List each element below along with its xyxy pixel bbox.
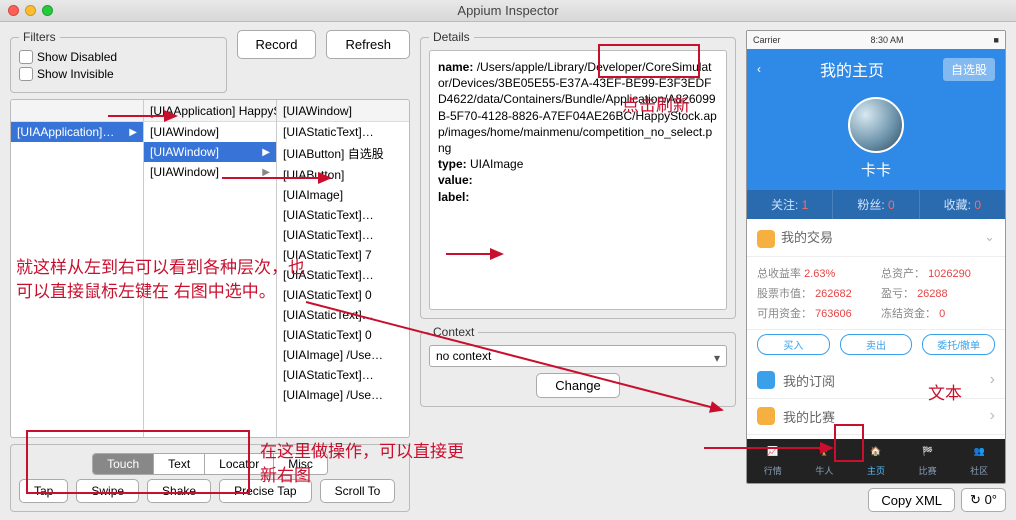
hierarchy-item[interactable]: [UIAStaticText]… xyxy=(277,305,409,325)
precise-tap-button[interactable]: Precise Tap xyxy=(219,479,311,503)
context-select[interactable]: no context xyxy=(429,345,727,367)
rotate-button[interactable]: ↻ 0° xyxy=(961,488,1006,512)
tab-bar[interactable]: 📈行情🏆牛人🏠主页🏁比赛👥社区 xyxy=(747,439,1005,483)
device-preview[interactable]: Carrier 8:30 AM ■ ‹ 我的主页 自选股 卡卡 关注: 1粉丝:… xyxy=(746,30,1006,484)
hierarchy-item[interactable]: [UIAImage] xyxy=(277,185,409,205)
stat-item: 可用资金： 763606 xyxy=(757,305,871,321)
details-fieldset: Details name: /Users/apple/Library/Devel… xyxy=(420,30,736,319)
swipe-button[interactable]: Swipe xyxy=(76,479,139,503)
status-bar: Carrier 8:30 AM ■ xyxy=(747,31,1005,49)
refresh-button[interactable]: Refresh xyxy=(326,30,410,59)
tabbar-item[interactable]: 🏁比赛 xyxy=(902,439,954,483)
hierarchy-item[interactable]: [UIAWindow]▶ xyxy=(144,142,276,162)
app-navbar: ‹ 我的主页 自选股 xyxy=(747,49,1005,89)
action-tab-misc[interactable]: Misc xyxy=(274,454,327,474)
hierarchy-item[interactable]: [UIAStaticText]… xyxy=(277,365,409,385)
trade-icon xyxy=(757,230,775,248)
mac-titlebar: Appium Inspector xyxy=(0,0,1016,22)
hierarchy-item[interactable]: [UIAStaticText]… xyxy=(277,265,409,285)
chevron-down-icon: ⌄ xyxy=(984,229,995,245)
profile-hero: 卡卡 xyxy=(747,89,1005,190)
hierarchy-item[interactable]: [UIAImage] /Use… xyxy=(277,345,409,365)
tap-button[interactable]: Tap xyxy=(19,479,68,503)
pill-button[interactable]: 委托/撤单 xyxy=(922,334,995,355)
hierarchy-col-2[interactable]: [UIAWindow] [UIAStaticText]…[UIAButton] … xyxy=(277,100,409,437)
stat-item: 冻结资金： 0 xyxy=(881,305,995,321)
pill-row: 买入卖出委托/撤单 xyxy=(747,330,1005,363)
counters-row: 关注: 1粉丝: 0收藏: 0 xyxy=(747,190,1005,219)
nickname: 卡卡 xyxy=(747,159,1005,180)
pill-button[interactable]: 卖出 xyxy=(840,334,913,355)
hierarchy-item[interactable]: [UIAStaticText]… xyxy=(277,122,409,142)
shake-button[interactable]: Shake xyxy=(147,479,211,503)
nav-title: 我的主页 xyxy=(820,57,884,81)
hierarchy-browser: [UIAApplication]…▶ [UIAApplication] Happ… xyxy=(10,99,410,438)
list-item[interactable]: 我的订阅 xyxy=(747,363,1005,399)
action-tab-locator[interactable]: Locator xyxy=(205,454,274,474)
stats-grid: 总收益率 2.63% 总资产： 1026290 股票市值： 262682 盈亏： 26… xyxy=(747,257,1005,330)
actions-fieldset: TouchTextLocatorMisc Tap Swipe Shake Precis… xyxy=(10,444,410,512)
hierarchy-item[interactable]: [UIAApplication]…▶ xyxy=(11,122,143,142)
hierarchy-col-1[interactable]: [UIAApplication] HappyS [UIAWindow][UIAW… xyxy=(144,100,277,437)
hierarchy-item[interactable]: [UIAImage] /Use… xyxy=(277,385,409,405)
tabbar-item[interactable]: 🏠主页 xyxy=(850,439,902,483)
record-button[interactable]: Record xyxy=(237,30,317,59)
stat-item: 股票市值： 262682 xyxy=(757,285,871,301)
nav-chip[interactable]: 自选股 xyxy=(943,58,995,81)
counter-item[interactable]: 粉丝: 0 xyxy=(833,190,919,219)
hierarchy-item[interactable]: [UIAWindow] xyxy=(144,122,276,142)
context-fieldset: Context no context Change xyxy=(420,325,736,407)
pill-button[interactable]: 买入 xyxy=(757,334,830,355)
hierarchy-item[interactable]: [UIAStaticText] 7 xyxy=(277,245,409,265)
scroll-to-button[interactable]: Scroll To xyxy=(320,479,396,503)
hierarchy-item[interactable]: [UIAStaticText]… xyxy=(277,205,409,225)
back-icon[interactable]: ‹ xyxy=(757,62,761,76)
show-invisible-checkbox[interactable]: Show Invisible xyxy=(19,67,114,81)
stat-item: 盈亏： 26288 xyxy=(881,285,995,301)
filters-legend: Filters xyxy=(19,30,60,44)
action-tab-touch[interactable]: Touch xyxy=(93,454,154,474)
show-disabled-checkbox[interactable]: Show Disabled xyxy=(19,50,117,64)
tabbar-item[interactable]: 📈行情 xyxy=(747,439,799,483)
tabbar-item[interactable]: 🏆牛人 xyxy=(799,439,851,483)
window-title: Appium Inspector xyxy=(0,3,1016,18)
hierarchy-item[interactable]: [UIAButton] 自选股 xyxy=(277,142,409,165)
trade-section-head[interactable]: 我的交易 ⌄ xyxy=(747,219,1005,257)
stat-item: 总收益率 2.63% xyxy=(757,265,871,281)
counter-item[interactable]: 收藏: 0 xyxy=(920,190,1005,219)
hierarchy-item[interactable]: [UIAStaticText]… xyxy=(277,225,409,245)
action-tab-text[interactable]: Text xyxy=(154,454,205,474)
tabbar-item[interactable]: 👥社区 xyxy=(953,439,1005,483)
copy-xml-button[interactable]: Copy XML xyxy=(868,488,955,512)
hierarchy-item[interactable]: [UIAWindow]▶ xyxy=(144,162,276,182)
details-text: name: /Users/apple/Library/Developer/Cor… xyxy=(429,50,727,310)
context-legend: Context xyxy=(429,325,478,339)
hierarchy-col-0[interactable]: [UIAApplication]…▶ xyxy=(11,100,144,437)
change-button[interactable]: Change xyxy=(536,373,620,398)
hierarchy-item[interactable]: [UIAStaticText] 0 xyxy=(277,285,409,305)
avatar[interactable] xyxy=(848,97,904,153)
details-legend: Details xyxy=(429,30,474,44)
hierarchy-item[interactable]: [UIAStaticText] 0 xyxy=(277,325,409,345)
counter-item[interactable]: 关注: 1 xyxy=(747,190,833,219)
hierarchy-item[interactable]: [UIAButton] xyxy=(277,165,409,185)
filters-fieldset: Filters Show Disabled Show Invisible xyxy=(10,30,227,93)
list-item[interactable]: 我的比赛 xyxy=(747,399,1005,435)
stat-item: 总资产： 1026290 xyxy=(881,265,995,281)
